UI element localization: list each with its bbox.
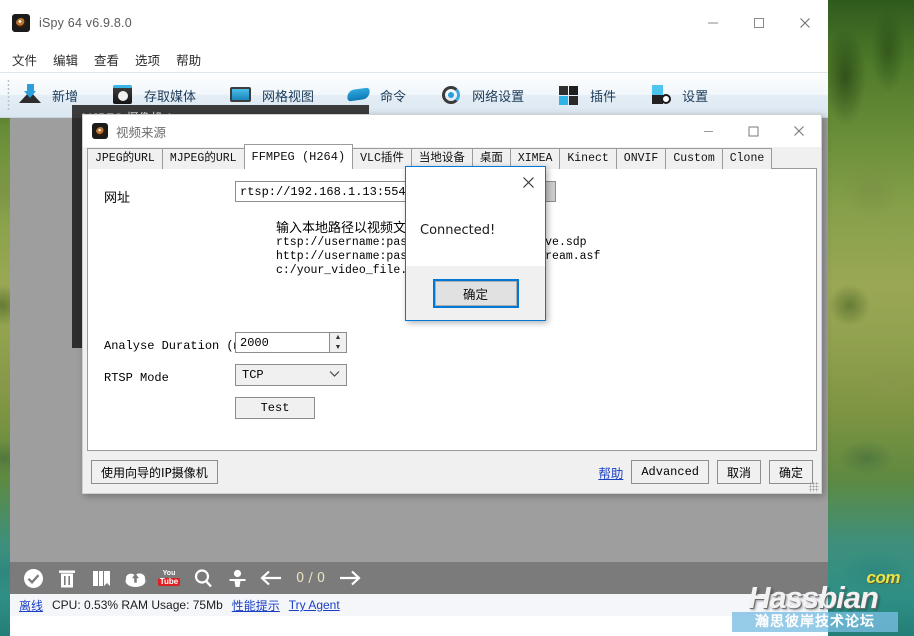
grid-view-icon	[228, 83, 254, 107]
help-link[interactable]: 帮助	[598, 463, 623, 482]
bottom-icon-toolbar: You Tube 0 / 0	[10, 562, 828, 594]
toolbar-button-settings[interactable]: 设置	[648, 83, 708, 107]
toolbar-button-add[interactable]: 新增	[18, 83, 78, 107]
url-label: 网址	[104, 191, 131, 206]
modal-ok-button[interactable]: 确定	[432, 278, 519, 308]
toolbar-label: 网络设置	[472, 88, 525, 104]
youtube-label-bottom: Tube	[157, 577, 181, 586]
toolbar-button-grid-view[interactable]: 网格视图	[228, 83, 314, 107]
close-icon[interactable]	[776, 115, 821, 147]
menubar: 文件 编辑 查看 选项 帮助	[0, 46, 828, 72]
dialog-footer: 使用向导的IP摄像机 帮助 Advanced 取消 确定	[83, 451, 821, 493]
add-icon	[18, 83, 44, 107]
arrow-right-icon[interactable]	[335, 565, 365, 591]
analyse-duration-label: Analyse Duration (ms)	[104, 339, 256, 353]
dialog-title: 视频来源	[116, 125, 167, 140]
tab-mjpeg-url[interactable]: MJPEG的URL	[161, 148, 245, 169]
dialog-window-controls	[686, 115, 821, 147]
check-icon[interactable]	[18, 565, 48, 591]
analyse-duration-input[interactable]	[235, 332, 330, 353]
analyse-duration-stepper[interactable]: ▲ ▼	[330, 332, 347, 353]
menu-file[interactable]: 文件	[12, 50, 37, 69]
resize-grip[interactable]	[809, 482, 819, 492]
connection-status-link[interactable]: 离线	[19, 597, 43, 614]
tab-clone[interactable]: Clone	[721, 148, 773, 169]
connected-message-dialog: Connected! 确定	[405, 166, 546, 321]
plugin-icon	[556, 83, 582, 107]
tab-kinect[interactable]: Kinect	[559, 148, 617, 169]
modal-titlebar	[406, 167, 545, 195]
ip-camera-wizard-button[interactable]: 使用向导的IP摄像机	[91, 460, 218, 484]
window-controls	[690, 0, 828, 46]
menu-view[interactable]: 查看	[94, 50, 119, 69]
dialog-titlebar: 视频来源	[83, 115, 821, 147]
ok-button[interactable]: 确定	[768, 460, 813, 484]
maximize-icon[interactable]	[736, 0, 782, 46]
dialog-footer-actions: 帮助 Advanced 取消 确定	[598, 460, 813, 484]
toolbar-button-plugin[interactable]: 插件	[556, 83, 616, 107]
wallpaper-texture	[828, 0, 914, 636]
toolbar-button-command[interactable]: 命令	[346, 83, 406, 107]
youtube-icon[interactable]: You Tube	[154, 565, 184, 591]
tab-jpeg-url[interactable]: JPEG的URL	[87, 148, 163, 169]
watermark-brand: Hassbian	[748, 580, 879, 615]
ispy-eye-icon	[92, 123, 108, 139]
tab-onvif[interactable]: ONVIF	[615, 148, 667, 169]
menu-help[interactable]: 帮助	[176, 50, 201, 69]
cloud-upload-icon[interactable]	[120, 565, 150, 591]
cancel-button[interactable]: 取消	[716, 460, 761, 484]
close-icon[interactable]	[782, 0, 828, 46]
page-counter: 0 / 0	[296, 570, 326, 586]
watermark-subtitle: 瀚思彼岸技术论坛	[732, 612, 898, 632]
tab-custom[interactable]: Custom	[665, 148, 723, 169]
advanced-button[interactable]: Advanced	[631, 460, 709, 484]
command-icon	[346, 83, 372, 107]
rtsp-mode-value: TCP	[242, 368, 264, 382]
arrow-left-icon[interactable]	[256, 565, 286, 591]
youtube-label-top: You	[162, 570, 176, 577]
menu-options[interactable]: 选项	[135, 50, 160, 69]
toolbar-label: 设置	[682, 88, 709, 104]
toolbar-button-media-access[interactable]: 存取媒体	[110, 83, 196, 107]
search-icon[interactable]	[188, 565, 218, 591]
toolbar-label: 存取媒体	[144, 88, 197, 104]
book-icon[interactable]	[86, 565, 116, 591]
rtsp-mode-select[interactable]: TCP	[235, 364, 347, 386]
close-icon[interactable]	[515, 171, 541, 193]
minimize-icon[interactable]	[686, 115, 731, 147]
resource-usage-text: CPU: 0.53% RAM Usage: 75Mb	[52, 598, 223, 612]
statusbar: 离线 CPU: 0.53% RAM Usage: 75Mb 性能提示 Try A…	[10, 594, 828, 616]
network-settings-icon	[438, 83, 464, 107]
ispy-eye-icon	[12, 14, 30, 32]
tab-ffmpeg-h264[interactable]: FFMPEG (H264)	[243, 144, 354, 169]
toolbar-label: 新增	[52, 88, 79, 104]
menu-edit[interactable]: 编辑	[53, 50, 78, 69]
ispy-main-window: iSpy 64 v6.9.8.0 文件 编辑 查看 选项 帮助 新增 存取媒体 …	[0, 0, 828, 118]
try-agent-link[interactable]: Try Agent	[289, 598, 340, 612]
test-button[interactable]: Test	[235, 397, 315, 419]
toolbar-label: 插件	[590, 88, 617, 104]
modal-footer: 确定	[406, 266, 545, 320]
app-title: iSpy 64 v6.9.8.0	[39, 16, 132, 30]
toolbar-label: 网格视图	[262, 88, 315, 104]
performance-tip-link[interactable]: 性能提示	[232, 597, 280, 614]
stepper-up-icon[interactable]: ▲	[330, 333, 346, 343]
modal-message: Connected!	[420, 223, 496, 238]
toolbar-label: 命令	[380, 88, 407, 104]
minimize-icon[interactable]	[690, 0, 736, 46]
maximize-icon[interactable]	[731, 115, 776, 147]
rtsp-mode-label: RTSP Mode	[104, 371, 169, 385]
chevron-down-icon	[329, 368, 340, 382]
wallpaper-right-strip	[828, 0, 914, 636]
stepper-down-icon[interactable]: ▼	[330, 343, 346, 353]
watermark: com Hassbian 瀚思彼岸技术论坛	[718, 568, 908, 632]
tab-vlc-plugin[interactable]: VLC插件	[352, 148, 412, 169]
modal-body: Connected!	[406, 195, 545, 266]
media-access-icon	[110, 83, 136, 107]
toolbar-button-network-settings[interactable]: 网络设置	[438, 83, 524, 107]
person-icon[interactable]	[222, 565, 252, 591]
settings-icon	[648, 83, 674, 107]
main-titlebar: iSpy 64 v6.9.8.0	[0, 0, 828, 46]
trash-icon[interactable]	[52, 565, 82, 591]
